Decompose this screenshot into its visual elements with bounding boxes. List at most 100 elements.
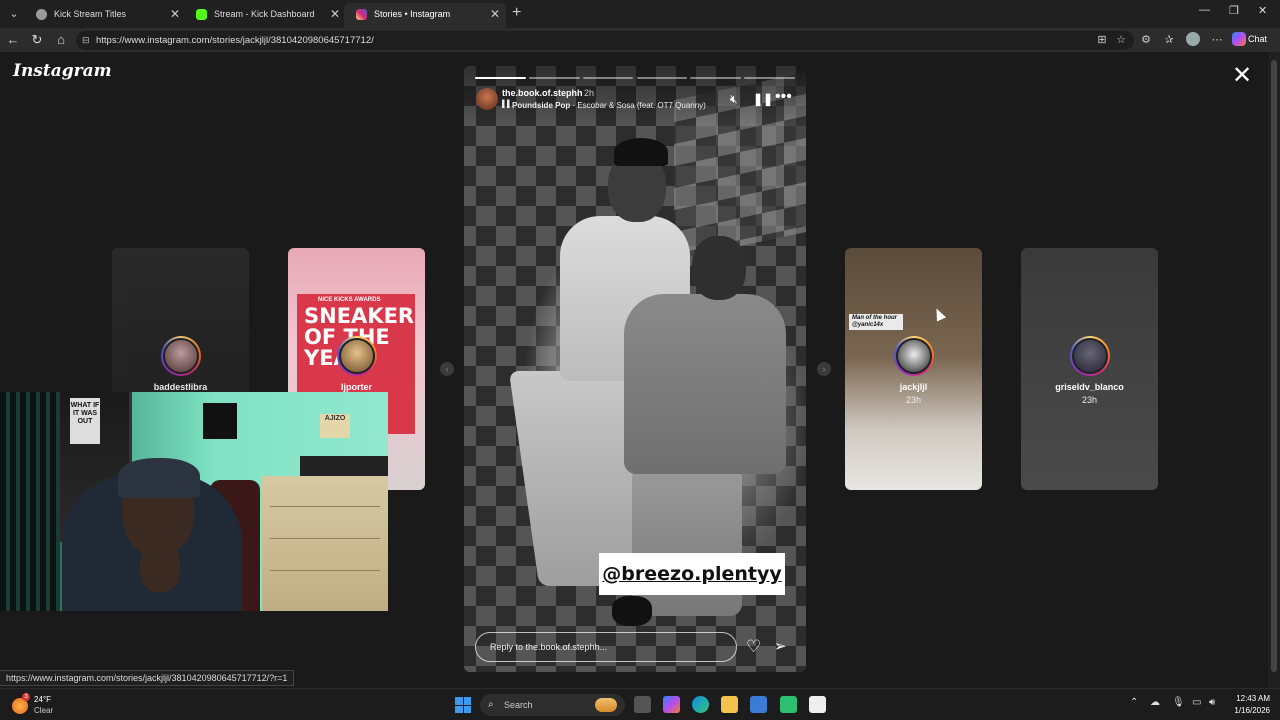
story-username: griseldv_blanco [1055,382,1124,392]
story-progress-bar [475,77,795,79]
story-timestamp: 2h [584,88,595,98]
music-bars-icon: ▌▌ [502,101,512,108]
weather-condition[interactable]: Clear [34,706,53,715]
address-bar-row: ← ↻ ⌂ ⊟ https://www.instagram.com/storie… [0,28,1280,52]
taskbar-search[interactable]: ⌕ Search [480,694,625,716]
story-music[interactable]: Poundside Pop · Escobar & Sosa (feat. OT… [512,101,706,110]
scrollbar[interactable] [1268,52,1280,688]
story-username: baddestlibra [153,382,208,392]
progress-segment [528,77,580,79]
avatar [162,338,199,374]
story-username: ljporter [340,382,372,392]
url-field[interactable]: ⊟ https://www.instagram.com/stories/jack… [76,31,1134,50]
show-hidden-icons-icon[interactable]: ⌃ [1130,697,1138,708]
task-view-icon[interactable] [634,696,651,713]
wall-poster: WHAT IF IT WAS OUT [70,398,100,444]
main-story[interactable]: the.book.of.stephh 2h ▌▌ Poundside Pop ·… [464,66,806,672]
back-icon[interactable]: ← [4,31,22,49]
close-tab-icon[interactable]: ✕ [490,3,500,25]
like-heart-icon[interactable]: ♡ [746,637,761,657]
edge-icon[interactable] [692,696,709,713]
chat-button[interactable]: Chat [1232,30,1267,48]
story-sticker: Man of the hour @yanic14x [849,314,903,330]
send-icon[interactable]: ➢ [774,637,787,655]
story-time: 23h [1081,395,1098,405]
streamer [118,458,200,498]
scrollbar-thumb[interactable] [1271,60,1277,672]
favorites-icon[interactable]: ✰ [1162,33,1176,47]
search-icon: ⌕ [488,699,494,710]
globe-icon [36,9,47,20]
onedrive-icon[interactable]: ☁ [1150,697,1160,708]
close-tab-icon[interactable]: ✕ [330,3,340,25]
mute-icon[interactable]: 🔇︎ [730,92,738,106]
reply-input[interactable]: Reply to the.book.of.stephh... [475,632,737,662]
new-tab-icon[interactable]: + [512,4,521,22]
story-username: jackjljl [899,382,928,392]
mention-sticker[interactable]: @breezo.plentyy [599,553,785,595]
url-text: https://www.instagram.com/stories/jackjl… [96,35,374,46]
extensions-icon[interactable]: ⚙ [1139,33,1153,47]
story-ring [160,336,201,376]
system-clock[interactable]: 12:43 AM 1/16/2026 [1222,693,1270,717]
app-icon[interactable] [809,696,826,713]
windows-start-icon[interactable] [455,697,471,713]
minimize-icon[interactable]: — [1199,4,1210,16]
chat-label: Chat [1248,34,1268,44]
more-options-icon[interactable]: ⋯ [1210,33,1224,47]
store-icon[interactable] [750,696,767,713]
tab-kick-dashboard[interactable]: Stream - Kick Dashboard ✕ [184,3,346,28]
avatar [1071,338,1108,374]
close-stories-icon[interactable]: ✕ [1232,64,1252,88]
tab-title: Stories • Instagram [374,9,451,19]
favorite-star-icon[interactable]: ☆ [1114,33,1128,47]
site-info-icon[interactable]: ⊟ [82,31,90,50]
link-preview-status: https://www.instagram.com/stories/jackjl… [0,670,295,686]
refresh-icon[interactable]: ↻ [28,31,46,49]
progress-segment [582,77,634,79]
instagram-logo[interactable]: Instagram [13,61,112,81]
close-window-icon[interactable]: ✕ [1258,4,1267,17]
weather-temp[interactable]: 24°F [34,695,51,704]
app-available-icon[interactable]: ⊞ [1095,33,1109,47]
file-explorer-icon[interactable] [721,696,738,713]
search-label: Search [504,700,533,710]
avatar [338,338,375,374]
tab-kick-stream-titles[interactable]: Kick Stream Titles ✕ [24,3,186,28]
copilot-icon[interactable] [663,696,680,713]
song-title: Poundside Pop [512,101,571,110]
story-ring [336,336,377,376]
tab-instagram-stories[interactable]: Stories • Instagram ✕ [344,3,506,28]
notification-badge: 3 [22,693,30,701]
kick-icon [196,9,207,20]
network-icon[interactable]: ▭ [1192,697,1201,708]
app-icon[interactable] [780,696,797,713]
photo-figure [624,294,786,474]
song-artist: · Escobar & Sosa (feat. OT7 Quanny) [570,101,706,110]
microphone-icon[interactable]: 🎙︎ [1172,697,1185,708]
tab-title: Kick Stream Titles [54,9,127,19]
copilot-icon [1232,32,1246,46]
profile-avatar[interactable] [1186,32,1200,46]
next-story-icon[interactable]: › [817,362,831,376]
close-tab-icon[interactable]: ✕ [170,3,180,25]
more-options-icon[interactable]: ••• [775,89,792,105]
poster-caption: NICE KICKS AWARDS [318,297,381,303]
story-ring [1069,336,1110,376]
volume-icon[interactable]: 🔊︎ [1209,697,1215,708]
pause-icon[interactable]: ❚❚ [753,92,773,106]
tab-actions-menu-icon[interactable]: ⌄ [4,4,24,24]
side-story-griseldv-blanco[interactable]: griseldv_blanco 23h [1021,248,1158,490]
home-icon[interactable]: ⌂ [52,31,70,49]
dresser [262,476,388,611]
restore-icon[interactable]: ❐ [1229,4,1239,17]
previous-story-icon[interactable]: ‹ [440,362,454,376]
story-avatar[interactable] [476,88,498,110]
story-username[interactable]: the.book.of.stephh [502,88,583,98]
photo-figure [612,596,652,626]
photo-figure [692,236,746,300]
clock-time: 12:43 AM [1236,694,1270,703]
side-story-jackjljl[interactable]: Man of the hour @yanic14x jackjljl 23h [845,248,982,490]
instagram-icon [356,9,367,20]
wall-poster: AJIZO [320,414,350,438]
